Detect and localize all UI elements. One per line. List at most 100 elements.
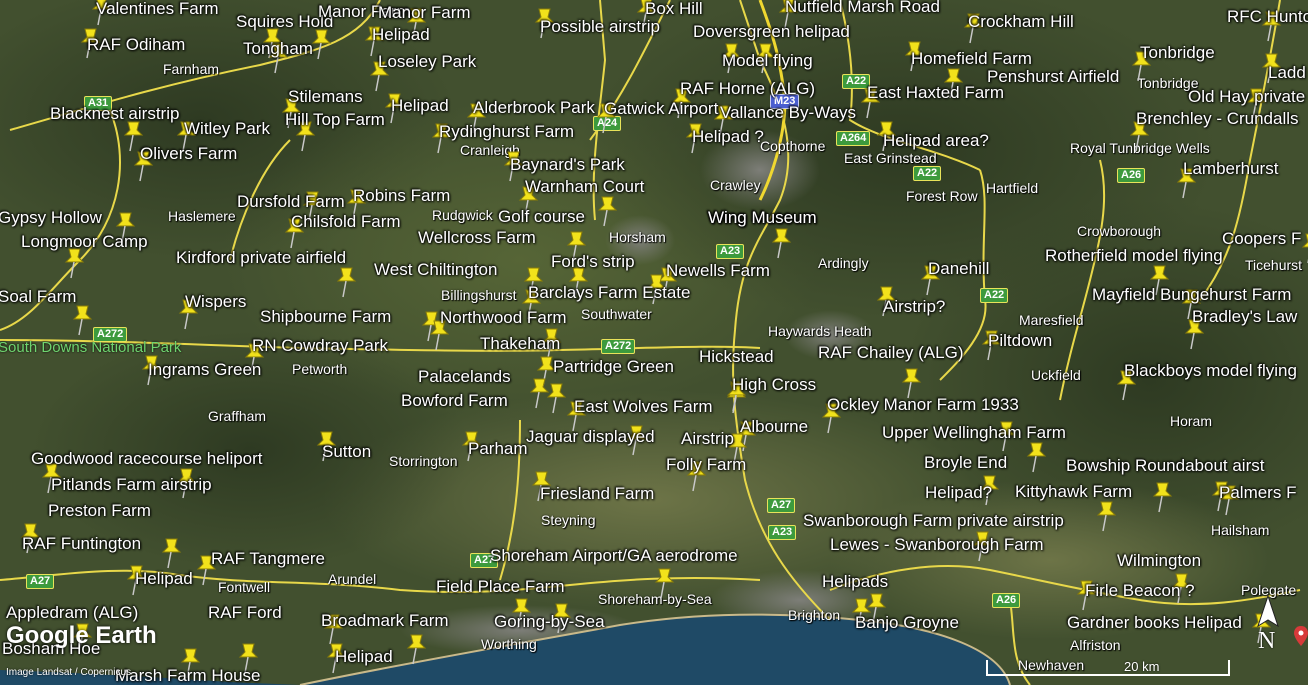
- placemark-label[interactable]: Partridge Green: [553, 358, 674, 376]
- placemark-label[interactable]: Newells Farm: [666, 262, 770, 280]
- placemark-label[interactable]: Preston Farm: [48, 502, 151, 520]
- placemark-label[interactable]: Helipad area?: [883, 132, 989, 150]
- placemark-label[interactable]: Possible airstrip: [540, 18, 660, 36]
- placemark-label[interactable]: Shipbourne Farm: [260, 308, 391, 326]
- placemark-label[interactable]: Baynard's Park: [510, 156, 625, 174]
- location-pin-icon[interactable]: [1294, 626, 1308, 646]
- placemark-label[interactable]: Vallance By-Ways: [720, 104, 856, 122]
- placemark-label[interactable]: Coopers F: [1222, 230, 1301, 248]
- placemark-label[interactable]: Homefield Farm: [911, 50, 1032, 68]
- placemark-label[interactable]: RFC Hunto: [1227, 8, 1308, 26]
- pushpin-icon[interactable]: [895, 365, 925, 399]
- placemark-label[interactable]: Box Hill: [645, 0, 703, 18]
- placemark-label[interactable]: Parham: [468, 440, 528, 458]
- placemark-label[interactable]: Lewes - Swanborough Farm: [830, 536, 1044, 554]
- placemark-label[interactable]: Gatwick Airport: [604, 100, 718, 118]
- placemark-label[interactable]: RAF Ford: [208, 604, 282, 622]
- pushpin-icon[interactable]: [1146, 479, 1176, 513]
- placemark-label[interactable]: Brenchley - Crundalls: [1136, 110, 1299, 128]
- placemark-label[interactable]: West Chiltington: [374, 261, 497, 279]
- placemark-label[interactable]: Witley Park: [184, 120, 270, 138]
- placemark-label[interactable]: East Haxted Farm: [867, 84, 1004, 102]
- placemark-label[interactable]: Blacknest airstrip: [50, 105, 179, 123]
- placemark-label[interactable]: Goodwood racecourse heliport: [31, 450, 263, 468]
- placemark-label[interactable]: Upper Wellingham Farm: [882, 424, 1066, 442]
- placemark-label[interactable]: Nutfield Marsh Road: [785, 0, 940, 16]
- placemark-label[interactable]: Friesland Farm: [540, 485, 654, 503]
- placemark-label[interactable]: Ford's strip: [551, 253, 635, 271]
- placemark-label[interactable]: Longmoor Camp: [21, 233, 148, 251]
- placemark-label[interactable]: Rotherfield model flying: [1045, 247, 1223, 265]
- placemark-label[interactable]: Chilsfold Farm: [291, 213, 401, 231]
- placemark-label[interactable]: Mayfield Bungehurst Farm: [1092, 286, 1291, 304]
- placemark-label[interactable]: Danehill: [928, 260, 989, 278]
- placemark-label[interactable]: Helipad: [372, 26, 430, 44]
- pushpin-icon[interactable]: [648, 565, 678, 599]
- placemark-label[interactable]: Banjo Groyne: [855, 614, 959, 632]
- map-view[interactable]: South Downs National Park Farnham Tonbrid…: [0, 0, 1308, 685]
- placemark-label[interactable]: High Cross: [732, 376, 816, 394]
- placemark-label[interactable]: Dursfold Farm: [237, 193, 345, 211]
- placemark-label[interactable]: Helipad?: [925, 484, 992, 502]
- placemark-label[interactable]: RAF Odiham: [87, 36, 185, 54]
- placemark-label[interactable]: Alderbrook Park: [473, 99, 595, 117]
- placemark-label[interactable]: East Wolves Farm: [574, 398, 713, 416]
- pushpin-icon[interactable]: [765, 225, 795, 259]
- placemark-label[interactable]: Firle Beacon ?: [1085, 582, 1195, 600]
- placemark-label[interactable]: RAF Horne (ALG): [680, 80, 815, 98]
- placemark-label[interactable]: Broyle End: [924, 454, 1007, 472]
- compass-north-label[interactable]: N: [1258, 628, 1275, 655]
- placemark-label[interactable]: Loseley Park: [378, 53, 476, 71]
- placemark-label[interactable]: Doversgreen helipad: [693, 23, 850, 41]
- placemark-label[interactable]: Shoreham Airport/GA aerodrome: [490, 547, 738, 565]
- placemark-label[interactable]: Sutton: [322, 443, 371, 461]
- placemark-label[interactable]: Blackboys model flying: [1124, 362, 1297, 380]
- pushpin-icon[interactable]: [1090, 498, 1120, 532]
- placemark-label[interactable]: Helipad: [135, 570, 193, 588]
- placemark-label[interactable]: Penshurst Airfield: [987, 68, 1119, 86]
- placemark-label[interactable]: RN Cowdray Park: [252, 337, 388, 355]
- placemark-label[interactable]: Robins Farm: [353, 187, 450, 205]
- placemark-label[interactable]: Palmers F: [1219, 484, 1296, 502]
- placemark-label[interactable]: Tonbridge: [1140, 44, 1215, 62]
- placemark-label[interactable]: Northwood Farm: [440, 309, 567, 327]
- placemark-label[interactable]: Jaguar displayed: [526, 428, 655, 446]
- placemark-label[interactable]: Ladd: [1268, 64, 1306, 82]
- pushpin-icon[interactable]: [330, 264, 360, 298]
- pushpin-icon[interactable]: [66, 302, 96, 336]
- placemark-label[interactable]: Helipad: [335, 648, 393, 666]
- placemark-label[interactable]: Appledram (ALG): [6, 604, 138, 622]
- placemark-label[interactable]: Model flying: [722, 52, 813, 70]
- placemark-label[interactable]: Kittyhawk Farm: [1015, 483, 1132, 501]
- placemark-label[interactable]: Wellcross Farm: [418, 229, 536, 247]
- placemark-label[interactable]: Wispers: [185, 293, 246, 311]
- placemark-label[interactable]: Manor Farm: [378, 4, 471, 22]
- placemark-label[interactable]: RAF Tangmere: [211, 550, 325, 568]
- placemark-label[interactable]: RAF Funtington: [22, 535, 141, 553]
- placemark-label[interactable]: Airstrip?: [883, 298, 945, 316]
- placemark-label[interactable]: Helipad ?: [692, 128, 764, 146]
- placemark-label[interactable]: Marsh Farm House: [115, 667, 260, 685]
- placemark-label[interactable]: RAF Chailey (ALG): [818, 344, 963, 362]
- placemark-label[interactable]: Bowford Farm: [401, 392, 508, 410]
- placemark-label[interactable]: Old Hay private: [1188, 88, 1305, 106]
- placemark-label[interactable]: Broadmark Farm: [321, 612, 449, 630]
- placemark-label[interactable]: Olivers Farm: [140, 145, 237, 163]
- placemark-label[interactable]: Valentines Farm: [96, 0, 219, 18]
- placemark-label[interactable]: Goring-by-Sea: [494, 613, 605, 631]
- placemark-label[interactable]: Warnham Court: [525, 178, 644, 196]
- placemark-label[interactable]: Ingrams Green: [148, 361, 261, 379]
- pushpin-icon[interactable]: [155, 535, 185, 569]
- placemark-label[interactable]: Helipads: [822, 573, 888, 591]
- placemark-label[interactable]: Gardner books Helipad: [1067, 614, 1242, 632]
- placemark-label[interactable]: Albourne: [740, 418, 808, 436]
- placemark-label[interactable]: Stilemans: [288, 88, 363, 106]
- placemark-label[interactable]: Soal Farm: [0, 288, 76, 306]
- placemark-label[interactable]: Helipad: [391, 97, 449, 115]
- placemark-label[interactable]: Ockley Manor Farm 1933: [827, 396, 1019, 414]
- placemark-label[interactable]: Swanborough Farm private airstrip: [803, 512, 1064, 530]
- placemark-label[interactable]: Lamberhurst: [1183, 160, 1278, 178]
- placemark-label[interactable]: Field Place Farm: [436, 578, 564, 596]
- placemark-label[interactable]: Wing Museum: [708, 209, 817, 227]
- placemark-label[interactable]: Thakeham: [480, 335, 560, 353]
